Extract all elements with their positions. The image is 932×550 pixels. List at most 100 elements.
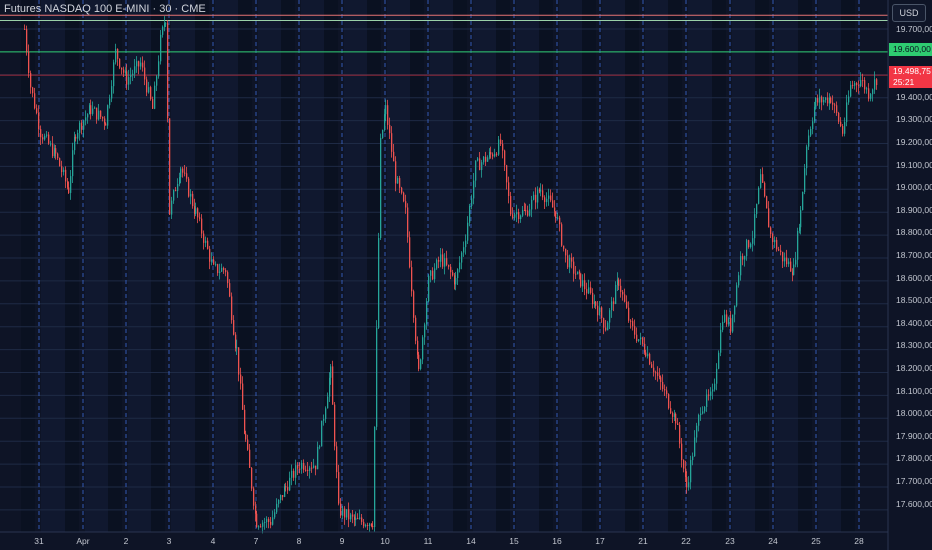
price-tick-label: 18.900,00 [896, 204, 932, 215]
date-tick-label: 28 [854, 536, 864, 546]
candle-body [461, 252, 463, 263]
candle-body [874, 79, 876, 90]
candle-body [514, 214, 516, 218]
candle-body [158, 61, 160, 77]
candle-body [571, 257, 573, 262]
candle-body [815, 98, 817, 107]
candle-body [272, 517, 274, 525]
candle-body [285, 486, 287, 488]
candle-body [810, 128, 812, 136]
session-band [559, 0, 582, 532]
candle-body [605, 327, 607, 331]
candle-body [542, 190, 544, 198]
candle-body [706, 394, 708, 407]
candle-body [70, 176, 72, 193]
candle-body [340, 503, 342, 516]
candle-body [75, 136, 77, 139]
candle-body [748, 240, 750, 248]
candle-body [732, 314, 734, 332]
candle-body [814, 106, 816, 122]
candle-body [597, 305, 599, 316]
candle-body [479, 158, 481, 171]
candle-body [361, 517, 363, 522]
currency-button[interactable]: USD [892, 4, 926, 22]
session-shade [539, 0, 553, 532]
session-shade [625, 0, 639, 532]
candle-body [384, 114, 386, 131]
candle-body [428, 275, 430, 302]
candle-body [169, 118, 171, 215]
candle-body [592, 292, 594, 305]
candle-body [223, 267, 225, 271]
candle-body [156, 76, 158, 86]
candle-body [448, 264, 450, 267]
candle-body [793, 264, 795, 275]
candle-body [620, 285, 622, 292]
candle-body [109, 98, 111, 106]
candle-body [411, 267, 413, 292]
candle-body [270, 521, 272, 525]
candle-body [46, 134, 48, 136]
candle-body [799, 227, 801, 231]
candle-body [134, 66, 136, 74]
price-tick-label: 19.700,00 [896, 24, 932, 34]
candle-body [632, 321, 634, 327]
price-chart[interactable] [0, 0, 932, 550]
session-band [344, 0, 367, 532]
candle-body [714, 383, 716, 390]
candle-body [329, 377, 331, 397]
candle-body [382, 130, 384, 138]
price-tick-label: 17.700,00 [896, 476, 932, 486]
candle-body [253, 488, 255, 506]
candle-body [94, 107, 96, 109]
candle-body [728, 318, 730, 325]
candle-body [802, 191, 804, 211]
date-tick-label: 10 [380, 536, 390, 546]
candle-body [862, 80, 864, 82]
candle-body [205, 240, 207, 243]
candle-body [211, 259, 213, 262]
candle-body [864, 80, 866, 90]
candle-body [307, 469, 309, 472]
candle-body [350, 514, 352, 520]
candle-body [438, 259, 440, 262]
candle-body [804, 168, 806, 192]
candle-body [586, 289, 588, 294]
candle-body [418, 354, 420, 369]
date-tick-label: 4 [210, 536, 216, 546]
session-shade [496, 0, 510, 532]
candle-body [712, 389, 714, 392]
candle-body [527, 210, 529, 216]
candle-body [821, 96, 823, 103]
chart-window: Futures NASDAQ 100 E-MINI · 30 · CME USD… [0, 0, 932, 550]
candle-body [405, 201, 407, 208]
session-shade [798, 0, 812, 532]
candle-body [207, 240, 209, 249]
date-tick-label: 15 [509, 536, 519, 546]
price-tick-label: 19.200,00 [896, 137, 932, 147]
candle-body [152, 99, 154, 109]
date-tick-label: 3 [166, 536, 172, 546]
candle-body [104, 118, 106, 124]
candle-body [559, 217, 561, 225]
candle-body [473, 180, 475, 199]
candle-body [334, 404, 336, 447]
candle-body [235, 334, 237, 349]
candle-body [426, 301, 428, 325]
candle-body [367, 524, 369, 527]
candle-body [455, 278, 457, 285]
candle-body [760, 174, 762, 188]
candle-body [490, 152, 492, 155]
candle-body [115, 48, 117, 63]
candle-body [634, 326, 636, 335]
candle-body [797, 230, 799, 260]
candle-body [494, 153, 496, 157]
candle-body [332, 366, 334, 405]
candle-body [467, 222, 469, 241]
session-shade [151, 0, 165, 532]
candle-body [50, 143, 52, 145]
candle-body [450, 266, 452, 273]
candle-body [42, 137, 44, 140]
candle-body [554, 207, 556, 212]
candle-body [477, 158, 479, 161]
